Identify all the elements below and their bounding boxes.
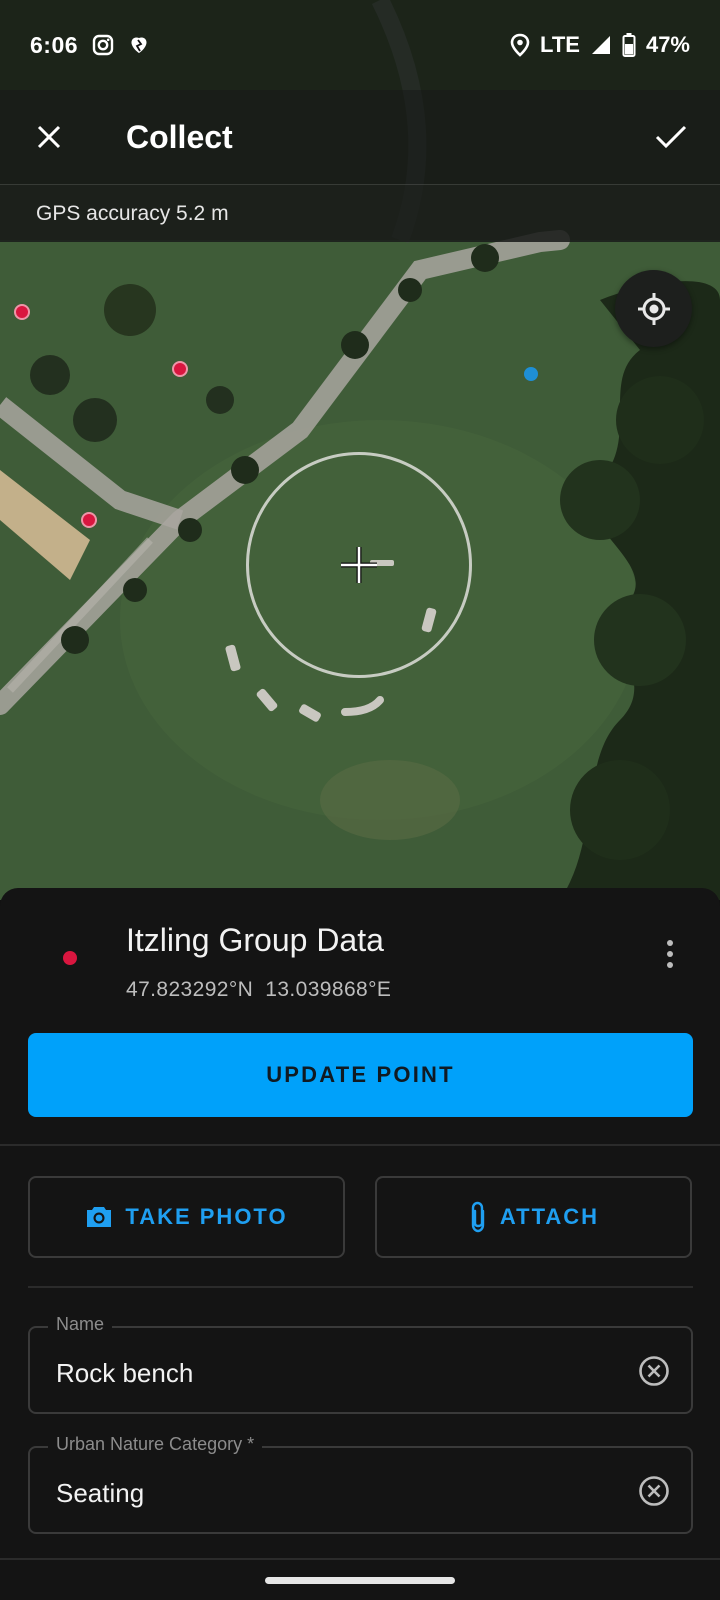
status-time: 6:06	[30, 31, 79, 58]
gps-accuracy-bar: GPS accuracy 5.2 m	[0, 184, 720, 242]
feature-header: Itzling Group Data 47.823292°N 13.039868°…	[0, 888, 720, 1018]
latitude: 47.823292°N	[126, 978, 254, 1001]
clear-circle-icon	[639, 1356, 669, 1386]
map-point-marker[interactable]	[14, 304, 30, 320]
take-photo-label: TAKE PHOTO	[125, 1204, 288, 1229]
locate-me-button[interactable]	[615, 270, 692, 347]
category-field-value[interactable]: Seating	[56, 1478, 144, 1509]
location-pin-icon	[510, 33, 530, 57]
clear-category-button[interactable]	[637, 1474, 671, 1508]
map-point-marker[interactable]	[81, 512, 97, 528]
status-bar: 6:06 LTE 47%	[0, 0, 720, 90]
more-vert-icon	[667, 940, 673, 946]
attach-label: ATTACH	[499, 1204, 600, 1229]
page-title: Collect	[126, 118, 233, 155]
battery-icon	[622, 33, 636, 57]
name-field-value[interactable]: Rock bench	[56, 1358, 193, 1389]
layer-color-dot	[63, 951, 77, 965]
crosshair-icon	[341, 547, 377, 583]
battery-percent: 47%	[645, 32, 690, 57]
feature-coordinates: 47.823292°N 13.039868°E	[126, 978, 391, 1002]
close-icon	[37, 125, 61, 149]
notification-app-icon	[128, 34, 150, 56]
clear-circle-icon	[639, 1476, 669, 1506]
current-location-dot	[524, 367, 538, 381]
more-options-button[interactable]	[650, 932, 690, 976]
target-circle	[246, 452, 472, 678]
category-field-label: Urban Nature Category *	[48, 1434, 263, 1455]
confirm-button[interactable]	[622, 90, 720, 184]
name-field-label: Name	[48, 1314, 113, 1335]
gps-accuracy-text: GPS accuracy 5.2 m	[36, 201, 229, 225]
home-indicator[interactable]	[265, 1577, 455, 1584]
close-button[interactable]	[0, 90, 98, 184]
divider	[28, 1286, 693, 1288]
category-field[interactable]: Urban Nature Category * Seating	[28, 1434, 693, 1534]
instagram-icon	[92, 34, 114, 56]
paperclip-icon	[471, 1201, 485, 1233]
map-point-marker[interactable]	[172, 361, 188, 377]
network-type: LTE	[540, 32, 580, 57]
layer-name: Itzling Group Data	[126, 922, 384, 958]
divider	[0, 1144, 720, 1146]
attach-button[interactable]: ATTACH	[375, 1176, 692, 1258]
signal-icon	[590, 34, 612, 56]
app-bar: Collect	[0, 90, 720, 184]
clear-name-button[interactable]	[637, 1354, 671, 1388]
name-field[interactable]: Name Rock bench	[28, 1314, 693, 1414]
feature-bottom-sheet: Itzling Group Data 47.823292°N 13.039868°…	[0, 888, 720, 1600]
take-photo-button[interactable]: TAKE PHOTO	[28, 1176, 345, 1258]
check-icon	[655, 125, 687, 149]
update-point-button[interactable]: UPDATE POINT	[28, 1033, 693, 1117]
gps-target-icon	[637, 292, 670, 325]
divider	[0, 1558, 720, 1560]
camera-icon	[87, 1207, 112, 1227]
longitude: 13.039868°E	[265, 978, 392, 1001]
